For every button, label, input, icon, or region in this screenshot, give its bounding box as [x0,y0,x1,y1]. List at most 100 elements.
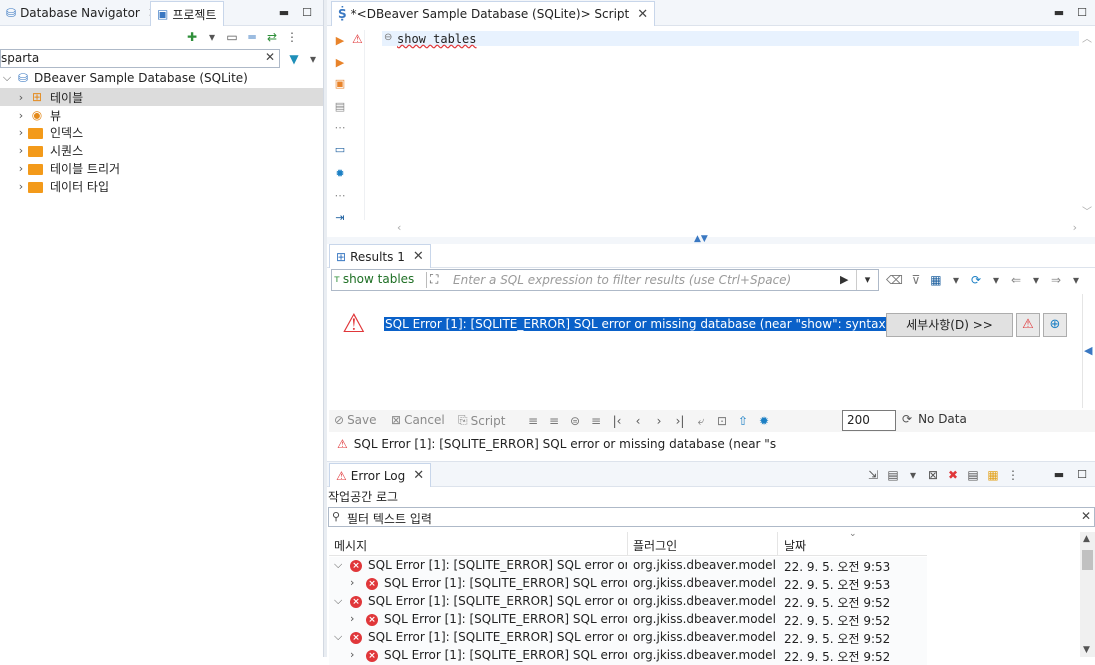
table-row[interactable]: › × SQL Error [1]: [SQLITE_ERROR] SQL erro… [329,647,927,665]
chevron-right-icon[interactable]: › [14,109,28,122]
restore-log-icon[interactable]: ▦ [986,467,1000,483]
execute-in-new-tab-icon[interactable]: ▶ [333,55,347,69]
fold-icon[interactable]: ⊖ [384,32,392,43]
fetch-next-icon[interactable]: ⤶ [694,413,708,429]
errorlog-filter-box[interactable]: ⚲ 필터 텍스트 입력 ✕ [328,507,1095,527]
maximize-icon[interactable]: ☐ [1075,467,1089,481]
fetch-size-input[interactable]: 200 [842,410,896,431]
add-row-icon[interactable]: ≡ [547,413,561,429]
chevron-right-icon[interactable]: › [14,162,28,175]
table-row[interactable]: › × SQL Error [1]: [SQLITE_ERROR] SQL erro… [329,611,927,629]
tree-item-views[interactable]: › ◉ 뷰 [14,106,61,124]
editor-vertical-scrollbar[interactable]: ︿ ﹀ [1079,30,1095,220]
link-with-editor-icon[interactable]: ⇄ [265,29,279,45]
chevron-right-icon[interactable]: › [14,126,28,139]
new-connection-icon[interactable]: ✚ [185,29,199,45]
results-filter-input[interactable]: Enter a SQL expression to filter results… [453,273,833,287]
refresh-icon[interactable]: ⟳ [969,272,983,288]
maximize-icon[interactable]: ☐ [300,5,314,19]
load-plan-icon[interactable]: ▤ [333,99,347,113]
execute-statement-icon[interactable]: ▶ [333,33,347,47]
column-header-date[interactable]: 날짜 [784,537,806,554]
close-icon[interactable]: ✕ [413,468,424,483]
panel-divider[interactable] [323,0,327,657]
view-menu-icon[interactable]: ⋮ [1006,467,1020,483]
panel-toggle-icon[interactable]: ◀ [1084,344,1092,357]
collapse-all-icon[interactable]: ═ [245,29,259,45]
fetch-all-icon[interactable]: ⊡ [715,413,729,429]
dropdown-icon[interactable]: ▾ [906,467,920,483]
dropdown-icon[interactable]: ▾ [205,29,219,45]
apply-filter-icon[interactable]: ▶ [840,273,848,286]
open-log-icon[interactable]: ▤ [966,467,980,483]
filter-input[interactable]: sparta [1,51,39,65]
sash-handle[interactable]: ▲▼ [327,234,1095,244]
scrollbar-thumb[interactable] [1082,550,1093,570]
tab-database-navigator[interactable]: ⛁ Database Navigator ✕ [0,1,165,25]
delete-log-icon[interactable]: ✖ [946,467,960,483]
editor-horizontal-scrollbar[interactable]: ‹ › [395,221,1079,236]
back-icon[interactable]: ⇐ [1009,272,1023,288]
close-icon[interactable]: ✕ [413,249,424,264]
chevron-right-icon[interactable]: › [350,612,354,625]
save-button[interactable]: ⊘ Save [334,413,377,427]
view-menu-icon[interactable]: ⋮ [285,29,299,45]
table-row[interactable]: ⌵ × SQL Error [1]: [SQLITE_ERROR] SQL erro… [329,629,927,647]
tree-item-indexes[interactable]: › 인덱스 [14,123,83,141]
errorlog-scrollbar[interactable]: ▲ ▼ [1080,532,1095,657]
minimize-icon[interactable]: ▬ [277,5,291,19]
dropdown-icon[interactable]: ▾ [989,272,1003,288]
dropdown-icon[interactable]: ▾ [1029,272,1043,288]
chevron-down-icon[interactable]: ⌵ [334,630,342,644]
table-row[interactable]: ⌵ × SQL Error [1]: [SQLITE_ERROR] SQL erro… [329,593,927,611]
filter-dropdown-icon[interactable]: ▾ [306,51,320,67]
error-log-button[interactable]: ⚠ [1016,313,1040,337]
navigator-filter-box[interactable]: sparta ✕ [0,49,280,68]
forward-icon[interactable]: ⇒ [1049,272,1063,288]
tab-error-log[interactable]: ⚠ Error Log ✕ [329,463,432,487]
panels-icon[interactable]: ▦ [929,272,943,288]
chevron-right-icon[interactable]: › [14,91,28,104]
new-folder-icon[interactable]: ▭ [225,29,239,45]
terminal-icon[interactable]: ▭ [333,142,347,156]
clear-filter-icon[interactable]: ✕ [1081,509,1091,523]
tree-root[interactable]: ⌵ ⛁ DBeaver Sample Database (SQLite) [0,69,248,87]
close-icon[interactable]: ✕ [637,7,648,22]
import-log-icon[interactable]: ▤ [886,467,900,483]
dropdown-icon[interactable]: ▾ [949,272,963,288]
chevron-right-icon[interactable]: › [14,180,28,193]
dropdown-icon[interactable]: ▾ [1069,272,1083,288]
first-page-icon[interactable]: |‹ [610,413,624,429]
add-filter-button[interactable]: ⊕ [1043,313,1067,337]
maximize-icon[interactable]: ☐ [1075,5,1089,19]
tab-results-1[interactable]: ⊞ Results 1 ✕ [329,244,431,268]
next-page-icon[interactable]: › [652,413,666,429]
column-header-plugin[interactable]: 플러그인 [633,537,677,554]
cancel-button[interactable]: ⊠ Cancel [391,413,445,427]
refresh-results-button[interactable]: ⟳ No Data [902,412,967,426]
tree-item-sequences[interactable]: › 시퀀스 [14,141,83,159]
tree-item-data-types[interactable]: › 데이터 타입 [14,177,109,195]
code-editor[interactable] [364,30,1079,220]
settings-icon[interactable]: ✹ [757,413,771,429]
delete-row-icon[interactable]: ≡ [589,413,603,429]
error-message[interactable]: SQL Error [1]: [SQLITE_ERROR] SQL error … [384,317,925,331]
chevron-down-icon[interactable]: ⌵ [0,71,14,85]
execute-script-icon[interactable]: ▣ [333,76,347,90]
filter-settings-icon[interactable]: ⊽ [909,272,923,288]
details-button[interactable]: 세부사항(D) >> [886,313,1013,337]
tree-item-tables[interactable]: › ⊞ 테이블 [14,88,83,106]
chevron-down-icon[interactable]: ⌵ [334,558,342,572]
clear-filter-icon[interactable]: ✕ [265,50,275,64]
chevron-down-icon[interactable]: ⌵ [334,594,342,608]
export-results-icon[interactable]: ⇧ [736,413,750,429]
tree-item-table-triggers[interactable]: › 테이블 트리거 [14,159,120,177]
edit-row-icon[interactable]: ≡ [526,413,540,429]
settings-icon[interactable]: ✹ [333,166,347,180]
filter-icon[interactable]: ▼ [287,51,301,67]
script-button[interactable]: ⎘ Script [458,413,505,428]
chevron-right-icon[interactable]: › [350,648,354,661]
last-page-icon[interactable]: ›| [673,413,687,429]
chevron-right-icon[interactable]: › [14,144,28,157]
eraser-icon[interactable]: ⌫ [886,272,903,288]
